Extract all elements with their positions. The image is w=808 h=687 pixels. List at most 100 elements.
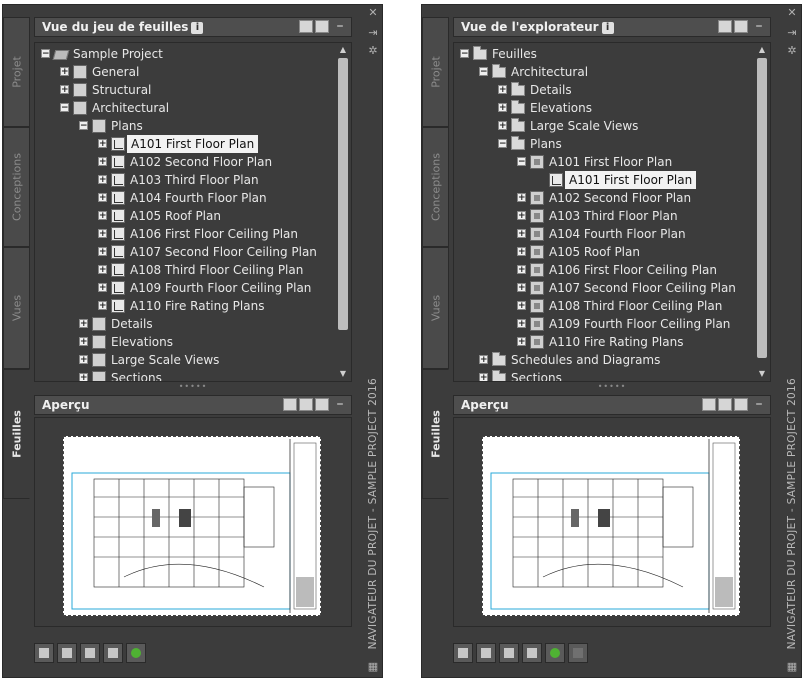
collapse-toggle-icon[interactable]: − — [41, 49, 50, 59]
collapse-icon[interactable]: – — [752, 19, 766, 34]
expand-toggle-icon[interactable]: + — [60, 67, 69, 77]
expand-toggle-icon[interactable]: + — [517, 319, 526, 329]
layout-icon[interactable] — [522, 643, 542, 663]
tree-item[interactable]: + A109 Fourth Floor Ceiling Plan — [454, 315, 754, 333]
publish-icon[interactable] — [34, 643, 54, 663]
expand-toggle-icon[interactable]: + — [79, 319, 88, 329]
tree-item[interactable]: − Feuilles — [454, 45, 754, 63]
expand-toggle-icon[interactable]: + — [498, 121, 507, 131]
splitter-grip[interactable]: ••••• — [34, 383, 352, 391]
expand-toggle-icon[interactable]: + — [60, 85, 69, 95]
tree-item[interactable]: + A108 Third Floor Ceiling Plan — [454, 297, 754, 315]
tree-item[interactable]: + Details — [454, 81, 754, 99]
tree-item[interactable]: + Large Scale Views — [35, 351, 335, 369]
new-subset-icon[interactable] — [476, 643, 496, 663]
expand-toggle-icon[interactable]: + — [98, 229, 107, 239]
scroll-down-icon[interactable]: ▼ — [336, 368, 350, 380]
tab-projet[interactable]: Projet — [422, 17, 449, 127]
tree-item[interactable]: + A103 Third Floor Plan — [454, 207, 754, 225]
expand-toggle-icon[interactable]: + — [98, 265, 107, 275]
splitter-grip[interactable]: ••••• — [453, 383, 771, 391]
preview-details-icon[interactable] — [299, 398, 313, 411]
collapse-icon[interactable]: – — [333, 19, 347, 34]
expand-toggle-icon[interactable]: + — [517, 247, 526, 257]
select-icon[interactable] — [499, 643, 519, 663]
close-icon[interactable]: ✕ — [786, 7, 798, 19]
expand-toggle-icon[interactable]: + — [98, 157, 107, 167]
tab-feuilles[interactable]: Feuilles — [422, 369, 449, 499]
select-icon[interactable] — [80, 643, 100, 663]
scroll-thumb[interactable] — [338, 58, 348, 330]
expand-toggle-icon[interactable]: + — [517, 265, 526, 275]
collapse-icon[interactable]: – — [333, 397, 347, 412]
tree-item[interactable]: + A105 Roof Plan — [35, 207, 335, 225]
collapse-toggle-icon[interactable]: − — [517, 157, 526, 167]
auto-hide-icon[interactable]: ⇥ — [786, 27, 798, 39]
expand-toggle-icon[interactable]: + — [98, 211, 107, 221]
explorer-view-icon[interactable] — [734, 20, 748, 33]
expand-toggle-icon[interactable]: + — [98, 139, 107, 149]
collapse-toggle-icon[interactable]: − — [479, 67, 488, 77]
tree-item[interactable]: + Large Scale Views — [454, 117, 754, 135]
preview-details-icon[interactable] — [718, 398, 732, 411]
expand-toggle-icon[interactable]: + — [517, 229, 526, 239]
tree-item[interactable]: + A107 Second Floor Ceiling Plan — [454, 279, 754, 297]
tree-item[interactable]: + Elevations — [454, 99, 754, 117]
preview-mode-icon[interactable] — [702, 398, 716, 411]
tree-item[interactable]: + A104 Fourth Floor Plan — [454, 225, 754, 243]
tree-item[interactable]: − Plans — [454, 135, 754, 153]
preview-zoom-icon[interactable] — [315, 398, 329, 411]
tab-vues[interactable]: Vues — [422, 247, 449, 369]
tree-scrollbar[interactable]: ▲ ▼ — [336, 44, 350, 380]
delete-icon[interactable] — [568, 643, 588, 663]
new-sheet-icon[interactable] — [57, 643, 77, 663]
expand-toggle-icon[interactable]: + — [517, 193, 526, 203]
expand-toggle-icon[interactable]: + — [479, 373, 488, 381]
tree-item[interactable]: + A109 Fourth Floor Ceiling Plan — [35, 279, 335, 297]
tab-projet[interactable]: Projet — [3, 17, 30, 127]
close-icon[interactable]: ✕ — [367, 7, 379, 19]
tree-item[interactable]: + Schedules and Diagrams — [454, 351, 754, 369]
expand-toggle-icon[interactable]: + — [79, 373, 88, 381]
expand-toggle-icon[interactable]: + — [517, 211, 526, 221]
tree-item[interactable]: + A102 Second Floor Plan — [454, 189, 754, 207]
tree-scrollbar[interactable]: ▲ ▼ — [755, 44, 769, 380]
collapse-icon[interactable]: – — [752, 397, 766, 412]
preview-zoom-icon[interactable] — [734, 398, 748, 411]
properties-icon[interactable]: ✲ — [367, 45, 379, 57]
expand-toggle-icon[interactable]: + — [98, 175, 107, 185]
tree-item[interactable]: − Plans — [35, 117, 335, 135]
layout-icon[interactable] — [103, 643, 123, 663]
sheet-view-icon[interactable] — [718, 20, 732, 33]
collapse-toggle-icon[interactable]: − — [498, 139, 507, 149]
tree-item[interactable]: − Architectural — [454, 63, 754, 81]
auto-hide-icon[interactable]: ⇥ — [367, 27, 379, 39]
tree-item[interactable]: + Sections — [35, 369, 335, 381]
palette-menu-icon[interactable]: ▦ — [786, 661, 798, 673]
tree-item[interactable]: + Structural — [35, 81, 335, 99]
tree-item[interactable]: + A107 Second Floor Ceiling Plan — [35, 243, 335, 261]
scroll-up-icon[interactable]: ▲ — [755, 44, 769, 56]
expand-toggle-icon[interactable]: + — [79, 337, 88, 347]
tree-item[interactable]: + A102 Second Floor Plan — [35, 153, 335, 171]
expand-toggle-icon[interactable]: + — [517, 283, 526, 293]
expand-toggle-icon[interactable]: + — [517, 337, 526, 347]
palette-menu-icon[interactable]: ▦ — [367, 661, 379, 673]
tab-vues[interactable]: Vues — [3, 247, 30, 369]
tree-item[interactable]: + A108 Third Floor Ceiling Plan — [35, 261, 335, 279]
tree-item[interactable]: + A103 Third Floor Plan — [35, 171, 335, 189]
tree-item[interactable]: + Elevations — [35, 333, 335, 351]
tree-item[interactable]: + A106 First Floor Ceiling Plan — [454, 261, 754, 279]
tab-conceptions[interactable]: Conceptions — [3, 127, 30, 247]
sync-icon[interactable] — [126, 643, 146, 663]
expand-toggle-icon[interactable]: + — [98, 301, 107, 311]
expand-toggle-icon[interactable]: + — [498, 103, 507, 113]
expand-toggle-icon[interactable]: + — [79, 355, 88, 365]
tree-item[interactable]: A101 First Floor Plan — [454, 171, 754, 189]
expand-toggle-icon[interactable]: + — [98, 283, 107, 293]
tree-item[interactable]: + A110 Fire Rating Plans — [454, 333, 754, 351]
tree-item[interactable]: − Architectural — [35, 99, 335, 117]
tree-item[interactable]: − Sample Project — [35, 45, 335, 63]
expand-toggle-icon[interactable]: + — [517, 301, 526, 311]
scroll-down-icon[interactable]: ▼ — [755, 368, 769, 380]
